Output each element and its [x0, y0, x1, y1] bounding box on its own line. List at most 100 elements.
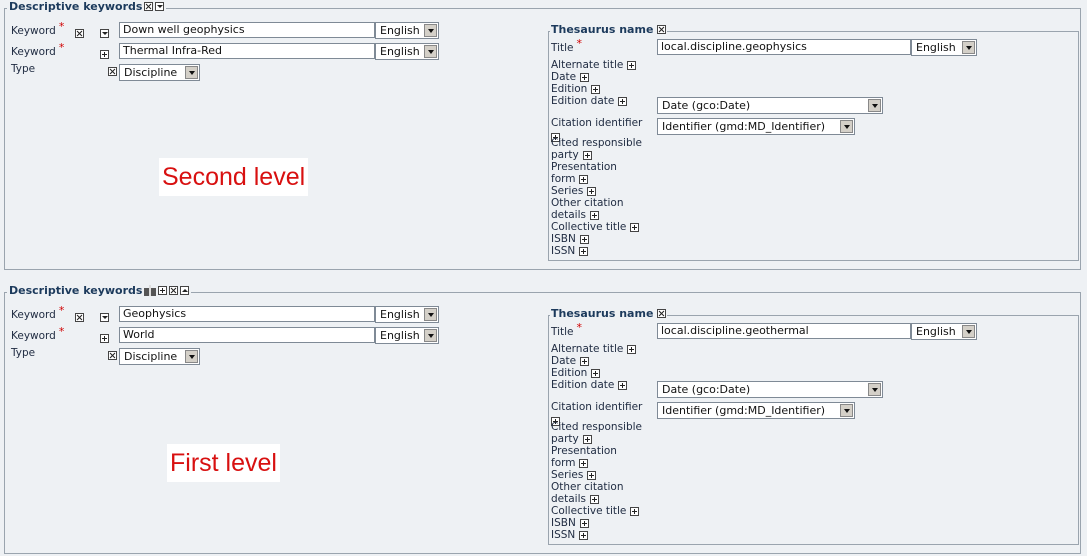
- thesaurus-title: Thesaurus name: [551, 307, 654, 320]
- descriptive-keywords-section: Descriptive keywords Keyword * Geophysics…: [4, 284, 1081, 554]
- cited-responsible-party-field: party: [551, 433, 592, 445]
- add-alternate-title-icon[interactable]: [627, 344, 637, 354]
- presentation-form-label: Presentation: [551, 445, 617, 457]
- thesaurus-picker-icon[interactable]: [144, 285, 157, 296]
- other-citation-label: Other citation: [551, 197, 624, 209]
- add-collective-title-icon[interactable]: [630, 506, 640, 516]
- issn-field: ISSN: [551, 245, 589, 257]
- cited-responsible-party-field: party: [551, 149, 592, 161]
- keyword-language-select[interactable]: English: [375, 43, 439, 60]
- add-section-icon[interactable]: [158, 286, 168, 295]
- add-edition-icon[interactable]: [591, 84, 601, 94]
- add-issn-icon[interactable]: [579, 530, 589, 540]
- remove-thesaurus-icon[interactable]: [657, 25, 667, 34]
- add-keyword-icon[interactable]: [100, 49, 109, 59]
- keyword-language-select[interactable]: English: [375, 327, 439, 344]
- add-issn-icon[interactable]: [579, 246, 589, 256]
- section-legend: Descriptive keywords: [7, 284, 192, 297]
- keyword-language-select[interactable]: English: [375, 306, 439, 323]
- thesaurus-title-input[interactable]: local.discipline.geothermal: [657, 323, 911, 339]
- type-label: Type: [11, 63, 36, 75]
- add-collective-title-icon[interactable]: [630, 222, 640, 232]
- add-series-icon[interactable]: [587, 470, 597, 480]
- thesaurus-legend: Thesaurus name: [550, 23, 668, 36]
- keyword-input[interactable]: Down well geophysics: [119, 22, 375, 38]
- title-label: Title *: [551, 37, 583, 54]
- keyword-label: Keyword *: [11, 41, 65, 58]
- title-language-select[interactable]: English: [911, 39, 977, 56]
- add-edition-date-icon[interactable]: [618, 96, 628, 106]
- remove-section-icon[interactable]: [144, 2, 154, 11]
- series-field: Series: [551, 185, 597, 197]
- section-title: Descriptive keywords: [9, 284, 143, 297]
- isbn-field: ISBN: [551, 517, 589, 529]
- presentation-form-field: form: [551, 173, 589, 185]
- date-type-select[interactable]: Date (gco:Date): [657, 381, 883, 398]
- add-date-icon[interactable]: [580, 72, 590, 82]
- move-up-icon[interactable]: [180, 286, 190, 295]
- move-down-icon[interactable]: [99, 312, 109, 322]
- edition-date-field: Edition date: [551, 95, 628, 107]
- section-legend: Descriptive keywords: [7, 0, 167, 13]
- other-citation-label: Other citation: [551, 481, 624, 493]
- identifier-type-select[interactable]: Identifier (gmd:MD_Identifier): [657, 118, 855, 135]
- remove-type-icon[interactable]: [107, 66, 117, 76]
- remove-type-icon[interactable]: [107, 350, 117, 360]
- presentation-form-field: form: [551, 457, 589, 469]
- other-citation-field: details: [551, 493, 599, 505]
- thesaurus-title-input[interactable]: local.discipline.geophysics: [657, 39, 911, 55]
- add-isbn-icon[interactable]: [579, 518, 589, 528]
- thesaurus-title: Thesaurus name: [551, 23, 654, 36]
- date-field: Date: [551, 355, 590, 367]
- cited-responsible-party-label: Cited responsible: [551, 137, 643, 149]
- keyword-input[interactable]: World: [119, 327, 375, 343]
- other-citation-field: details: [551, 209, 599, 221]
- move-down-icon[interactable]: [155, 2, 165, 11]
- add-series-icon[interactable]: [587, 186, 597, 196]
- edition-field: Edition: [551, 367, 601, 379]
- keyword-label: Keyword *: [11, 20, 65, 37]
- add-other-citation-icon[interactable]: [589, 494, 599, 504]
- collective-title-field: Collective title: [551, 505, 640, 517]
- presentation-form-label: Presentation: [551, 161, 617, 173]
- date-type-select[interactable]: Date (gco:Date): [657, 97, 883, 114]
- add-other-citation-icon[interactable]: [589, 210, 599, 220]
- keyword-input[interactable]: Thermal Infra-Red: [119, 43, 375, 59]
- add-keyword-icon[interactable]: [100, 333, 109, 343]
- keyword-label: Keyword *: [11, 304, 65, 321]
- add-alternate-title-icon[interactable]: [627, 60, 637, 70]
- type-select[interactable]: Discipline: [119, 64, 200, 81]
- citation-identifier-label: Citation identifier: [551, 401, 643, 413]
- add-cited-party-icon[interactable]: [582, 150, 592, 160]
- citation-identifier-label: Citation identifier: [551, 117, 643, 129]
- add-date-icon[interactable]: [580, 356, 590, 366]
- thesaurus-legend: Thesaurus name: [550, 307, 668, 320]
- remove-keyword-icon[interactable]: [75, 312, 84, 322]
- add-presentation-form-icon[interactable]: [579, 174, 589, 184]
- keyword-label: Keyword *: [11, 325, 65, 342]
- collective-title-field: Collective title: [551, 221, 640, 233]
- section-title: Descriptive keywords: [9, 0, 143, 13]
- type-select[interactable]: Discipline: [119, 348, 200, 365]
- remove-thesaurus-icon[interactable]: [657, 309, 667, 318]
- date-field: Date: [551, 71, 590, 83]
- add-isbn-icon[interactable]: [579, 234, 589, 244]
- annotation-label: Second level: [159, 158, 309, 196]
- alternate-title-field: Alternate title: [551, 59, 637, 71]
- remove-keyword-icon[interactable]: [75, 28, 84, 38]
- move-down-icon[interactable]: [99, 28, 109, 38]
- add-cited-party-icon[interactable]: [582, 434, 592, 444]
- add-presentation-form-icon[interactable]: [579, 458, 589, 468]
- title-language-select[interactable]: English: [911, 323, 977, 340]
- keyword-input[interactable]: Geophysics: [119, 306, 375, 322]
- remove-section-icon[interactable]: [169, 286, 179, 295]
- isbn-field: ISBN: [551, 233, 589, 245]
- keyword-language-select[interactable]: English: [375, 22, 439, 39]
- add-edition-date-icon[interactable]: [618, 380, 628, 390]
- add-edition-icon[interactable]: [591, 368, 601, 378]
- issn-field: ISSN: [551, 529, 589, 541]
- title-label: Title *: [551, 321, 583, 338]
- annotation-label: First level: [167, 444, 280, 482]
- edition-date-field: Edition date: [551, 379, 628, 391]
- identifier-type-select[interactable]: Identifier (gmd:MD_Identifier): [657, 402, 855, 419]
